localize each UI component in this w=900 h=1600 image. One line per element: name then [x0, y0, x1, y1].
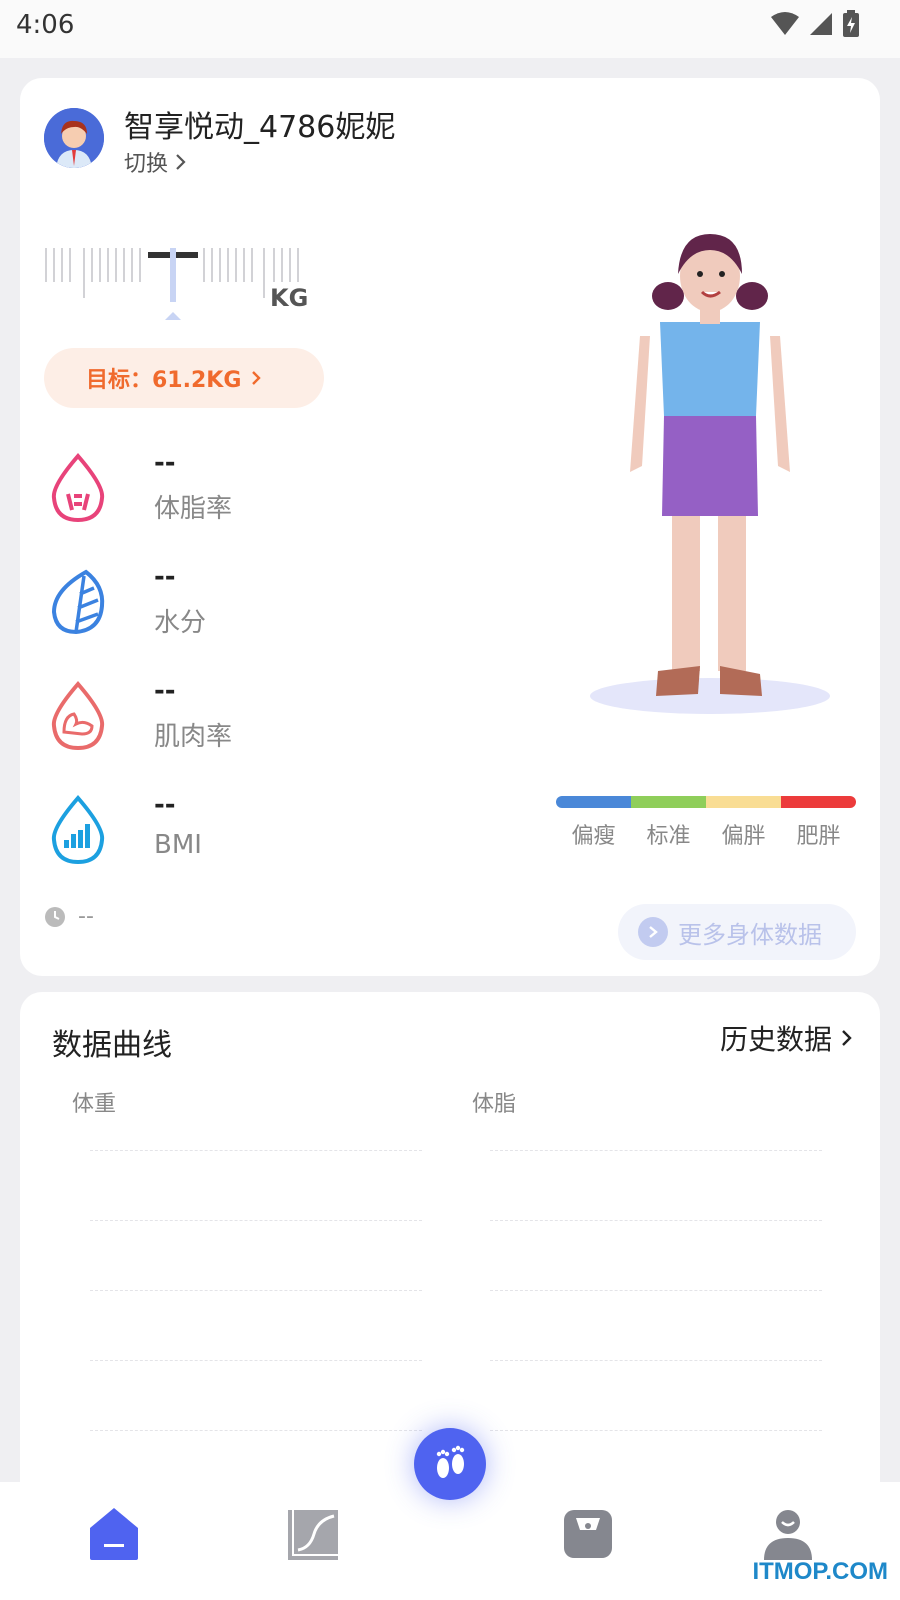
bmi-icon — [51, 794, 105, 865]
bmi-label: 标准 — [646, 824, 691, 849]
scale-icon[interactable] — [558, 1504, 618, 1564]
body-summary-card: 智享悦动_4786妮妮 切换 KG 目标：61.2KG -- 体脂率 -- 水分… — [20, 78, 880, 976]
measure-center-button[interactable] — [414, 1428, 486, 1500]
history-data-link[interactable]: 历史数据 — [720, 1018, 852, 1058]
body-fat-gridline — [490, 1150, 822, 1151]
chevron-right-icon — [252, 371, 262, 385]
bmi-label: 偏胖 — [721, 824, 766, 849]
chart-icon[interactable] — [282, 1504, 342, 1564]
bmi-segment-normal — [631, 796, 706, 808]
profile-icon[interactable] — [758, 1504, 818, 1564]
more-body-data-label: 更多身体数据 — [678, 920, 822, 949]
body-fat-chart-label: 体脂 — [472, 1092, 517, 1117]
wifi-icon — [771, 12, 799, 35]
weight-gridline — [90, 1220, 422, 1221]
avatar-icon — [44, 108, 104, 168]
muscle-icon — [51, 680, 105, 751]
metric-label: 水分 — [154, 608, 207, 638]
metric-value: -- — [154, 562, 176, 592]
metric-label: 肌肉率 — [154, 722, 233, 752]
body-figure-illustration — [590, 234, 830, 714]
metric-muscle: -- 肌肉率 — [48, 676, 348, 766]
clock-icon — [45, 906, 65, 927]
switch-label: 切换 — [124, 152, 169, 177]
status-time: 4:06 — [16, 10, 75, 40]
chevron-right-icon — [176, 154, 186, 170]
more-body-data-button[interactable]: 更多身体数据 — [618, 904, 856, 960]
bmi-segment-underweight — [556, 796, 631, 808]
weight-gridline — [90, 1290, 422, 1291]
bmi-label: 偏瘦 — [571, 824, 616, 849]
water-icon — [51, 569, 105, 635]
goal-label: 目标：61.2KG — [86, 368, 242, 393]
metric-water: -- 水分 — [48, 562, 348, 652]
bmi-scale-labels: 偏瘦 标准 偏胖 肥胖 — [556, 818, 856, 850]
weight-gridline — [90, 1430, 422, 1431]
status-icons — [770, 10, 860, 38]
metric-value: -- — [154, 448, 176, 478]
switch-user-link[interactable]: 切换 — [124, 146, 186, 178]
user-name: 智享悦动_4786妮妮 — [124, 110, 396, 145]
history-data-label: 历史数据 — [719, 1023, 832, 1056]
weight-gridline — [90, 1150, 422, 1151]
weight-unit: KG — [270, 284, 309, 312]
weight-ruler[interactable] — [44, 248, 304, 328]
body-fat-gridline — [490, 1290, 822, 1291]
body-fat-gridline — [490, 1220, 822, 1221]
chevron-right-icon — [842, 1030, 852, 1046]
body-fat-icon — [51, 452, 105, 523]
body-fat-gridline — [490, 1360, 822, 1361]
metric-value: -- — [154, 790, 176, 820]
measure-time-row: -- — [44, 904, 94, 929]
bmi-segment-obese — [781, 796, 856, 808]
bmi-label: 肥胖 — [796, 824, 841, 849]
metric-body-fat: -- 体脂率 — [48, 448, 348, 538]
metric-bmi: -- BMI — [48, 790, 348, 880]
metric-value: -- — [154, 676, 176, 706]
battery-icon — [843, 10, 859, 37]
weight-gridline — [90, 1360, 422, 1361]
watermark-text: ITMOP.COM — [752, 1558, 888, 1585]
measure-time: -- — [78, 904, 94, 929]
section-title: 数据曲线 — [52, 1028, 172, 1063]
metric-label: 体脂率 — [154, 494, 233, 524]
weight-chart-label: 体重 — [72, 1092, 117, 1117]
body-fat-gridline — [490, 1430, 822, 1431]
avatar[interactable] — [44, 108, 104, 168]
footprint-icon — [436, 1445, 465, 1478]
goal-weight-button[interactable]: 目标：61.2KG — [44, 348, 324, 408]
metric-label: BMI — [154, 830, 202, 860]
bmi-segment-overweight — [706, 796, 781, 808]
bmi-scale-bar — [556, 796, 856, 808]
home-icon[interactable] — [84, 1504, 144, 1564]
chevron-circle-icon — [638, 917, 668, 947]
status-bar: 4:06 — [0, 0, 900, 58]
signal-icon — [810, 13, 832, 35]
